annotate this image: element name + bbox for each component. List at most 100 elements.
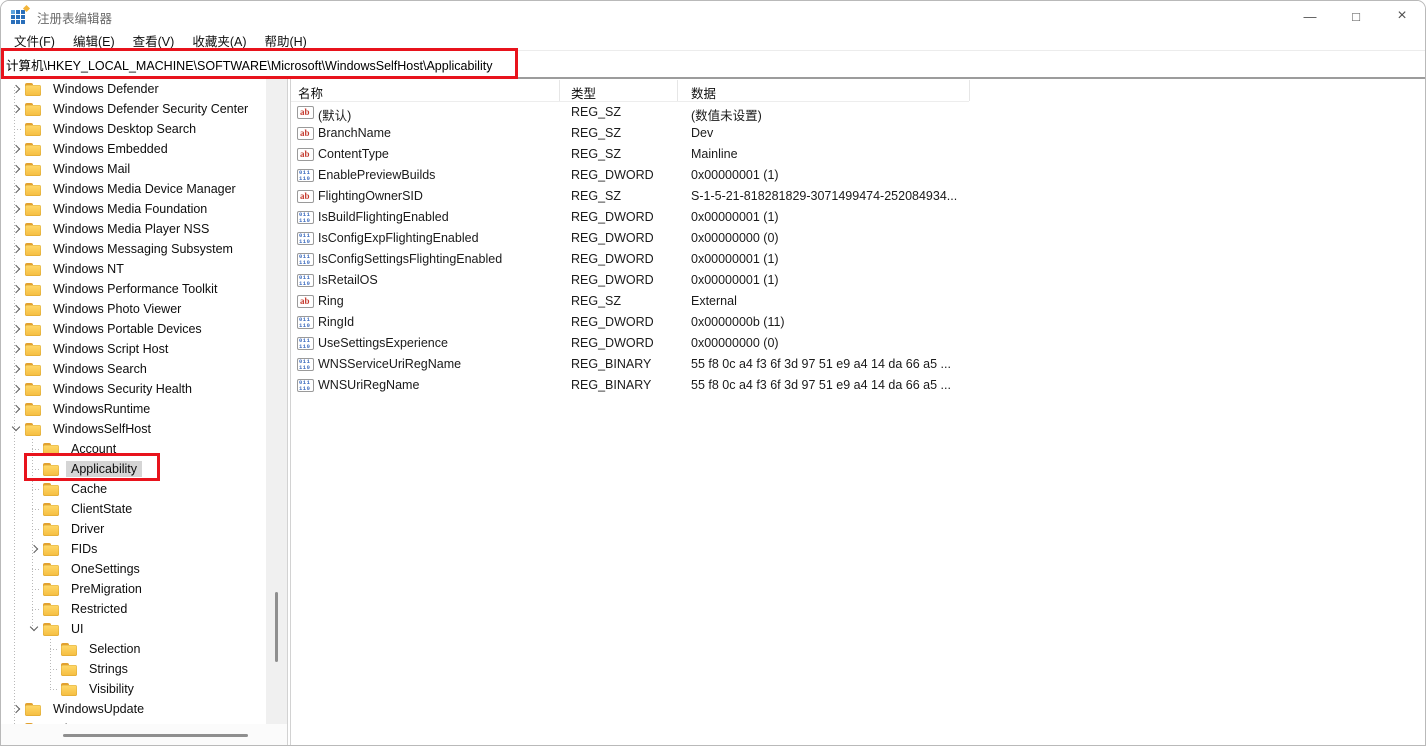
value-row-enablepreviewbuilds[interactable]: EnablePreviewBuildsREG_DWORD0x00000001 (…	[291, 165, 1425, 186]
folder-icon	[25, 203, 42, 216]
tree-item-windows-photo-viewer[interactable]: Windows Photo Viewer	[1, 299, 266, 319]
tree-item-premigration[interactable]: PreMigration	[1, 579, 266, 599]
value-row-flightingownersid[interactable]: FlightingOwnerSIDREG_SZS-1-5-21-81828182…	[291, 186, 1425, 207]
value-row-ringid[interactable]: RingIdREG_DWORD0x0000000b (11)	[291, 312, 1425, 333]
chevron-right-icon[interactable]	[27, 542, 41, 556]
value-row-contenttype[interactable]: ContentTypeREG_SZMainline	[291, 144, 1425, 165]
tree-item-windows-defender-security-center[interactable]: Windows Defender Security Center	[1, 99, 266, 119]
chevron-right-icon[interactable]	[9, 202, 23, 216]
tree-item-label: Selection	[84, 641, 145, 657]
value-row-isconfigexpflightingenabled[interactable]: IsConfigExpFlightingEnabledREG_DWORD0x00…	[291, 228, 1425, 249]
value-row-item[interactable]: (默认)REG_SZ(数值未设置)	[291, 102, 1425, 123]
registry-app-icon	[11, 8, 28, 25]
chevron-right-icon[interactable]	[9, 162, 23, 176]
tree-item-restricted[interactable]: Restricted	[1, 599, 266, 619]
value-row-wnsserviceuriregname[interactable]: WNSServiceUriRegNameREG_BINARY55 f8 0c a…	[291, 354, 1425, 375]
tree-item-windows-media-foundation[interactable]: Windows Media Foundation	[1, 199, 266, 219]
tree-item-strings[interactable]: Strings	[1, 659, 266, 679]
minimize-button[interactable]: —	[1287, 1, 1333, 31]
chevron-down-icon[interactable]	[27, 622, 41, 636]
tree-item-windows-search[interactable]: Windows Search	[1, 359, 266, 379]
menu-favorites[interactable]: 收藏夹(A)	[183, 31, 255, 50]
column-header-name[interactable]: 名称	[298, 83, 323, 102]
vertical-scrollbar-thumb[interactable]	[275, 592, 278, 662]
chevron-right-icon[interactable]	[9, 262, 23, 276]
value-type: REG_DWORD	[571, 168, 654, 182]
value-row-isretailos[interactable]: IsRetailOSREG_DWORD0x00000001 (1)	[291, 270, 1425, 291]
value-row-isbuildflightingenabled[interactable]: IsBuildFlightingEnabledREG_DWORD0x000000…	[291, 207, 1425, 228]
column-header-data[interactable]: 数据	[691, 83, 716, 102]
tree-horizontal-scrollbar[interactable]	[1, 724, 287, 746]
chevron-right-icon[interactable]	[9, 182, 23, 196]
chevron-right-icon[interactable]	[9, 702, 23, 716]
chevron-right-icon[interactable]	[9, 382, 23, 396]
registry-editor-window: 注册表编辑器 —□× 文件(F)编辑(E)查看(V)收藏夹(A)帮助(H) 计算…	[0, 0, 1426, 746]
tree-item-windows-mail[interactable]: Windows Mail	[1, 159, 266, 179]
tree-item-windows-performance-toolkit[interactable]: Windows Performance Toolkit	[1, 279, 266, 299]
tree-item-windows-media-player-nss[interactable]: Windows Media Player NSS	[1, 219, 266, 239]
value-name: IsRetailOS	[318, 273, 378, 287]
folder-icon	[25, 283, 42, 296]
tree-item-windows-security-health[interactable]: Windows Security Health	[1, 379, 266, 399]
tree-item-windows-script-host[interactable]: Windows Script Host	[1, 339, 266, 359]
menu-view[interactable]: 查看(V)	[124, 31, 184, 50]
tree-item-applicability[interactable]: Applicability	[1, 459, 266, 479]
tree-item-windows-media-device-manager[interactable]: Windows Media Device Manager	[1, 179, 266, 199]
tree-item-windowsruntime[interactable]: WindowsRuntime	[1, 399, 266, 419]
value-row-usesettingsexperience[interactable]: UseSettingsExperienceREG_DWORD0x00000000…	[291, 333, 1425, 354]
tree-item-ui[interactable]: UI	[1, 619, 266, 639]
tree-connector	[27, 502, 41, 516]
chevron-right-icon[interactable]	[9, 342, 23, 356]
menu-edit[interactable]: 编辑(E)	[64, 31, 124, 50]
chevron-right-icon[interactable]	[9, 242, 23, 256]
tree-item-fids[interactable]: FIDs	[1, 539, 266, 559]
tree-item-driver[interactable]: Driver	[1, 519, 266, 539]
chevron-right-icon[interactable]	[9, 142, 23, 156]
tree-item-windowsupdate[interactable]: WindowsUpdate	[1, 699, 266, 719]
tree-item-windows-portable-devices[interactable]: Windows Portable Devices	[1, 319, 266, 339]
tree-item-visibility[interactable]: Visibility	[1, 679, 266, 699]
address-bar[interactable]: 计算机\HKEY_LOCAL_MACHINE\SOFTWARE\Microsof…	[1, 50, 1425, 79]
tree-item-label: FIDs	[66, 541, 102, 557]
string-value-icon	[297, 295, 314, 308]
value-type: REG_DWORD	[571, 315, 654, 329]
chevron-right-icon[interactable]	[9, 282, 23, 296]
horizontal-scrollbar-thumb[interactable]	[63, 734, 248, 737]
chevron-right-icon[interactable]	[9, 102, 23, 116]
chevron-down-icon[interactable]	[9, 422, 23, 436]
column-divider[interactable]	[559, 80, 560, 101]
tree-item-windows-embedded[interactable]: Windows Embedded	[1, 139, 266, 159]
tree-item-windows-nt[interactable]: Windows NT	[1, 259, 266, 279]
tree-item-windows-desktop-search[interactable]: Windows Desktop Search	[1, 119, 266, 139]
tree-item-label: Windows Mail	[48, 161, 135, 177]
value-row-branchname[interactable]: BranchNameREG_SZDev	[291, 123, 1425, 144]
chevron-right-icon[interactable]	[9, 82, 23, 96]
maximize-button[interactable]: □	[1333, 1, 1379, 31]
value-row-ring[interactable]: RingREG_SZExternal	[291, 291, 1425, 312]
tree-item-label: Driver	[66, 521, 109, 537]
menu-help[interactable]: 帮助(H)	[255, 31, 315, 50]
close-button[interactable]: ×	[1379, 1, 1425, 31]
tree-item-onesettings[interactable]: OneSettings	[1, 559, 266, 579]
tree-item-selection[interactable]: Selection	[1, 639, 266, 659]
chevron-right-icon[interactable]	[9, 322, 23, 336]
chevron-right-icon[interactable]	[9, 402, 23, 416]
column-divider[interactable]	[677, 80, 678, 101]
value-row-isconfigsettingsflightingenabled[interactable]: IsConfigSettingsFlightingEnabledREG_DWOR…	[291, 249, 1425, 270]
column-divider[interactable]	[969, 80, 970, 101]
chevron-right-icon[interactable]	[9, 362, 23, 376]
tree-item-account[interactable]: Account	[1, 439, 266, 459]
tree-item-label: Windows Defender	[48, 81, 164, 97]
tree-item-windowsselfhost[interactable]: WindowsSelfHost	[1, 419, 266, 439]
chevron-right-icon[interactable]	[9, 222, 23, 236]
tree-item-clientstate[interactable]: ClientState	[1, 499, 266, 519]
tree-item-cache[interactable]: Cache	[1, 479, 266, 499]
chevron-right-icon[interactable]	[9, 302, 23, 316]
tree-item-label: Windows Security Health	[48, 381, 197, 397]
tree-item-windows-messaging-subsystem[interactable]: Windows Messaging Subsystem	[1, 239, 266, 259]
column-header-type[interactable]: 类型	[571, 83, 596, 102]
value-row-wnsuriregname[interactable]: WNSUriRegNameREG_BINARY55 f8 0c a4 f3 6f…	[291, 375, 1425, 396]
menu-file[interactable]: 文件(F)	[5, 31, 64, 50]
tree-item-windows-defender[interactable]: Windows Defender	[1, 79, 266, 99]
tree-vertical-scrollbar[interactable]	[266, 79, 287, 724]
